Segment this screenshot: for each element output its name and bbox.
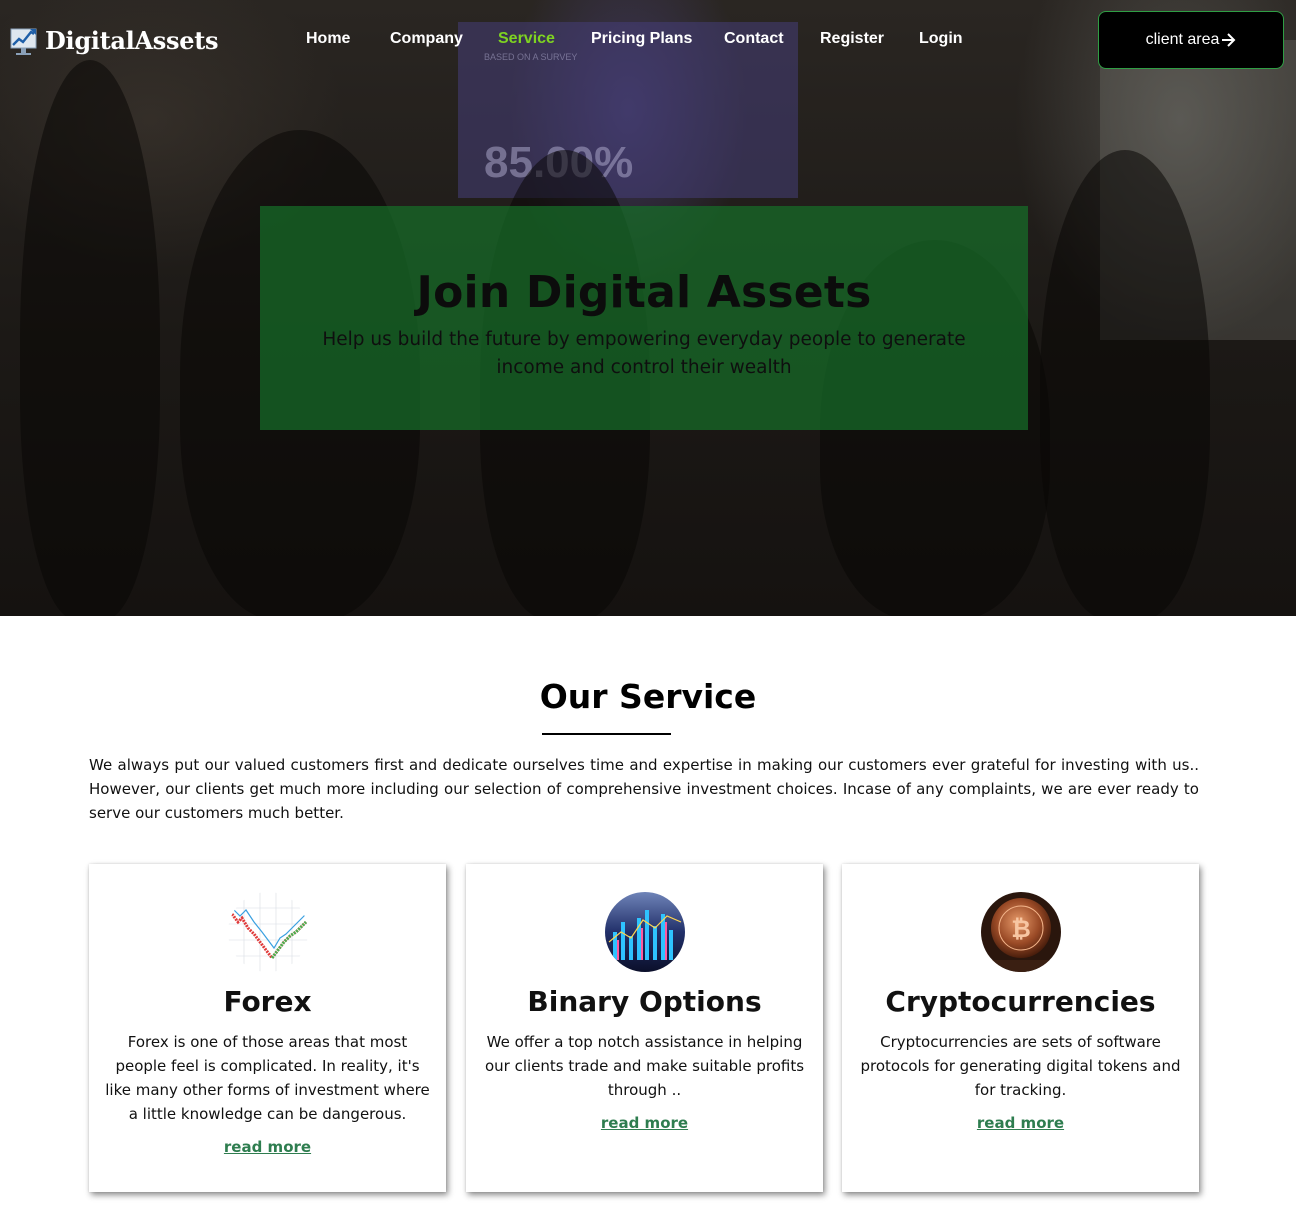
service-card-binary-options: Binary Options We offer a top notch assi… (466, 864, 823, 1192)
svg-text:₿: ₿ (1011, 915, 1031, 943)
forex-chart-image (227, 892, 308, 972)
card-title: Binary Options (527, 985, 762, 1018)
brand-name: DigitalAssets (45, 25, 219, 55)
card-title: Cryptocurrencies (885, 985, 1156, 1018)
section-intro: We always put our valued customers first… (89, 756, 1199, 822)
card-text: We offer a top notch assistance in helpi… (484, 1033, 805, 1099)
hero-banner: Join Digital Assets Help us build the fu… (260, 206, 1028, 430)
nav-home[interactable]: Home (306, 30, 350, 48)
nav-company[interactable]: Company (390, 30, 463, 48)
chart-monitor-icon (10, 28, 37, 55)
service-card-forex: Forex Forex is one of those areas that m… (89, 864, 446, 1192)
arrow-right-icon (1222, 33, 1236, 47)
nav-contact[interactable]: Contact (724, 30, 784, 48)
nav-register[interactable]: Register (820, 30, 884, 48)
card-text: Forex is one of those areas that most pe… (105, 1033, 430, 1123)
client-area-button[interactable]: client area (1098, 11, 1284, 69)
hero-title: Join Digital Assets (416, 267, 872, 318)
nav-login[interactable]: Login (919, 30, 963, 48)
binary-options-image (604, 892, 685, 972)
nav-service[interactable]: Service (498, 30, 555, 48)
card-title: Forex (223, 985, 312, 1018)
read-more-link[interactable]: read more (977, 1114, 1064, 1132)
read-more-link[interactable]: read more (601, 1114, 688, 1132)
background-person (20, 60, 160, 616)
section-title: Our Service (539, 677, 757, 716)
nav-pricing-plans[interactable]: Pricing Plans (591, 30, 692, 48)
background-person (1040, 150, 1210, 616)
brand-logo[interactable]: DigitalAssets (10, 24, 219, 56)
bitcoin-coin-image: ₿ (980, 892, 1061, 972)
top-navbar: DigitalAssets Home Company Service Prici… (0, 0, 1296, 80)
service-card-cryptocurrencies: ₿ Cryptocurrencies Cryptocurrencies are … (842, 864, 1199, 1192)
card-text: Cryptocurrencies are sets of software pr… (860, 1033, 1181, 1099)
section-title-underline (542, 733, 671, 735)
client-area-label: client area (1145, 31, 1220, 48)
read-more-link[interactable]: read more (224, 1138, 311, 1156)
hero-subtitle: Help us build the future by empowering e… (322, 329, 966, 378)
